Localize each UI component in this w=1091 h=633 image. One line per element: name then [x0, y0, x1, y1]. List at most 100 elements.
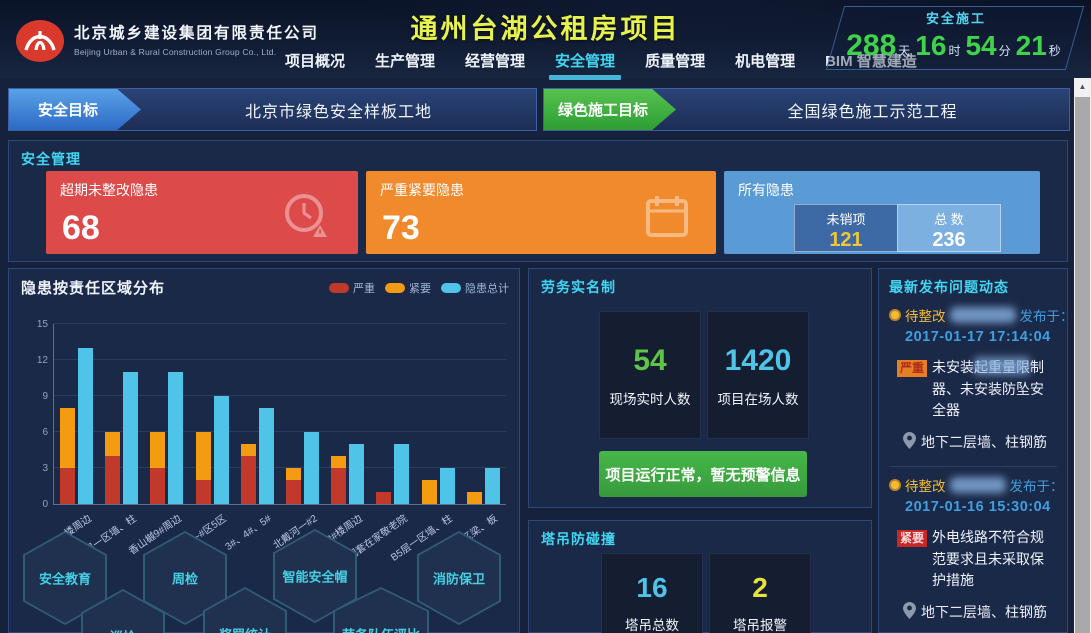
stacked-bar[interactable] [331, 456, 346, 504]
labor-panel: 劳务实名制 54 现场实时人数 1420 项目在场人数 项目运行正常，暂无预警信… [528, 268, 872, 508]
total-bar[interactable] [349, 444, 364, 504]
safety-goal-banner: 安全目标 北京市绿色安全样板工地 [8, 88, 537, 131]
crane-total-label: 塔吊总数 [602, 614, 702, 633]
project-count-box: 1420 项目在场人数 [707, 311, 809, 439]
stacked-bar[interactable] [286, 468, 301, 504]
feed-status: 待整改 [905, 305, 946, 325]
total-bar[interactable] [440, 468, 455, 504]
crane-alarm-box: 2 塔吊报警 [709, 553, 811, 633]
all-hazards-card[interactable]: 所有隐患 未销项 121 总 数 236 [724, 171, 1040, 254]
nav-tab-6[interactable]: 机电管理 [735, 50, 795, 71]
bar-group [461, 468, 506, 504]
hex-label: 巡检 [81, 627, 165, 633]
legend-item-隐患总计[interactable]: 隐患总计 [441, 280, 509, 296]
bar-group [144, 372, 189, 504]
nav-tab-2[interactable]: 生产管理 [375, 50, 435, 71]
timer-number: 21 [1016, 30, 1047, 61]
feed-divider [889, 466, 1057, 467]
feed-timestamp: 2017-01-17 17:14:04 [905, 329, 1057, 345]
project-status-button[interactable]: 项目运行正常，暂无预警信息 [599, 451, 807, 497]
critical-hazards-card[interactable]: 严重紧要隐患 73 [366, 171, 716, 254]
company-name-en: Beijing Urban & Rural Construction Group… [74, 47, 319, 57]
feed-item-2[interactable]: 待整改发布于：2017-01-16 15:30:04紧要外电线路不符合规范要求且… [889, 475, 1057, 622]
bar-group [235, 408, 280, 504]
green-goal-banner: 绿色施工目标 全国绿色施工示范工程 [543, 88, 1070, 131]
open-hazards-cell: 未销项 121 [794, 204, 897, 252]
total-bar[interactable] [214, 396, 229, 504]
tower-crane-panel: 塔吊防碰撞 16 塔吊总数 2 塔吊报警 [528, 520, 872, 633]
hazard-distribution-panel: 隐患按责任区域分布 严重紧要隐患总计 036912151#、2#楼周边B1层一区… [8, 268, 520, 633]
feed-issue-text: 未安装起重量限制器、未安装防坠安全器 [932, 357, 1057, 422]
y-axis-tick-label: 3 [18, 463, 48, 474]
safety-goal-tag: 安全目标 [9, 89, 141, 130]
urgent-bar-segment [196, 432, 211, 480]
crane-alarm-value: 2 [710, 572, 810, 604]
onsite-count-box: 54 现场实时人数 [599, 311, 701, 439]
legend-item-紧要[interactable]: 紧要 [385, 280, 431, 296]
feed-item-1[interactable]: 待整改发布于：2017-01-17 17:14:04严重未安装起重量限制器、未安… [889, 305, 1057, 452]
feed-location: 地下二层墙、柱钢筋 [903, 432, 1057, 452]
project-count-value: 1420 [708, 344, 808, 378]
total-bar[interactable] [304, 432, 319, 504]
total-bar[interactable] [78, 348, 93, 504]
urgent-bar-segment [60, 408, 75, 468]
bar-group [416, 468, 461, 504]
severe-bar-segment [105, 456, 120, 504]
severe-bar-segment [331, 468, 346, 504]
onsite-count-label: 现场实时人数 [600, 388, 700, 408]
severe-bar-segment [150, 468, 165, 504]
nav-tab-4[interactable]: 安全管理 [555, 50, 615, 71]
crane-alarm-label: 塔吊报警 [710, 614, 810, 633]
all-hazards-cells: 未销项 121 总 数 236 [794, 204, 1001, 252]
overdue-hazards-value: 68 [62, 209, 100, 248]
bar-group [54, 348, 99, 504]
feed-location-text: 地下二层墙、柱钢筋 [921, 432, 1047, 452]
feed-published-label: 发布于： [1010, 475, 1064, 495]
map-pin-icon [903, 432, 916, 452]
total-bar[interactable] [123, 372, 138, 504]
total-bar[interactable] [259, 408, 274, 504]
calendar-icon [644, 193, 690, 244]
hex-label: 周检 [143, 569, 227, 588]
overdue-hazards-card[interactable]: 超期未整改隐患 68 [46, 171, 358, 254]
onsite-count-value: 54 [600, 344, 700, 378]
clock-alert-icon [280, 191, 332, 244]
safety-goal-text: 北京市绿色安全样板工地 [141, 89, 536, 130]
feed-title: 最新发布问题动态 [889, 277, 1057, 297]
nav-tab-3[interactable]: 经营管理 [465, 50, 525, 71]
stacked-bar[interactable] [196, 432, 211, 504]
legend-item-严重[interactable]: 严重 [329, 280, 375, 296]
y-axis-tick-label: 12 [18, 355, 48, 366]
scrollbar-thumb[interactable] [1075, 97, 1090, 633]
legend-swatch-icon [329, 283, 349, 293]
total-bar[interactable] [485, 468, 500, 504]
stacked-bar[interactable] [422, 480, 437, 504]
stacked-bar[interactable] [241, 444, 256, 504]
urgent-bar-segment [241, 444, 256, 456]
hex-button-4[interactable]: 消防保卫 [417, 531, 501, 625]
stacked-bar[interactable] [105, 432, 120, 504]
crane-total-box: 16 塔吊总数 [601, 553, 703, 633]
scrollbar[interactable]: ▲ [1074, 78, 1091, 633]
urgent-bar-segment [286, 468, 301, 480]
total-bar[interactable] [394, 444, 409, 504]
critical-hazards-label: 严重紧要隐患 [380, 180, 464, 200]
timer-number: 16 [915, 30, 946, 61]
stacked-bar[interactable] [467, 492, 482, 504]
stacked-bar[interactable] [376, 492, 391, 504]
status-dot-icon [889, 479, 901, 491]
legend-label: 紧要 [409, 280, 431, 296]
urgent-bar-segment [150, 432, 165, 468]
scroll-up-icon[interactable]: ▲ [1074, 78, 1091, 95]
nav-tab-1[interactable]: 项目概况 [285, 50, 345, 71]
nav-tab-5[interactable]: 质量管理 [645, 50, 705, 71]
redacted-overlay [974, 357, 1030, 375]
stacked-bar[interactable] [60, 408, 75, 504]
urgent-bar-segment [105, 432, 120, 456]
total-hazards-cell: 总 数 236 [897, 204, 1001, 252]
total-bar[interactable] [168, 372, 183, 504]
bar-group [325, 444, 370, 504]
stacked-bar[interactable] [150, 432, 165, 504]
legend-label: 严重 [353, 280, 375, 296]
timer-value: 288天16时54分21秒 [837, 29, 1075, 63]
